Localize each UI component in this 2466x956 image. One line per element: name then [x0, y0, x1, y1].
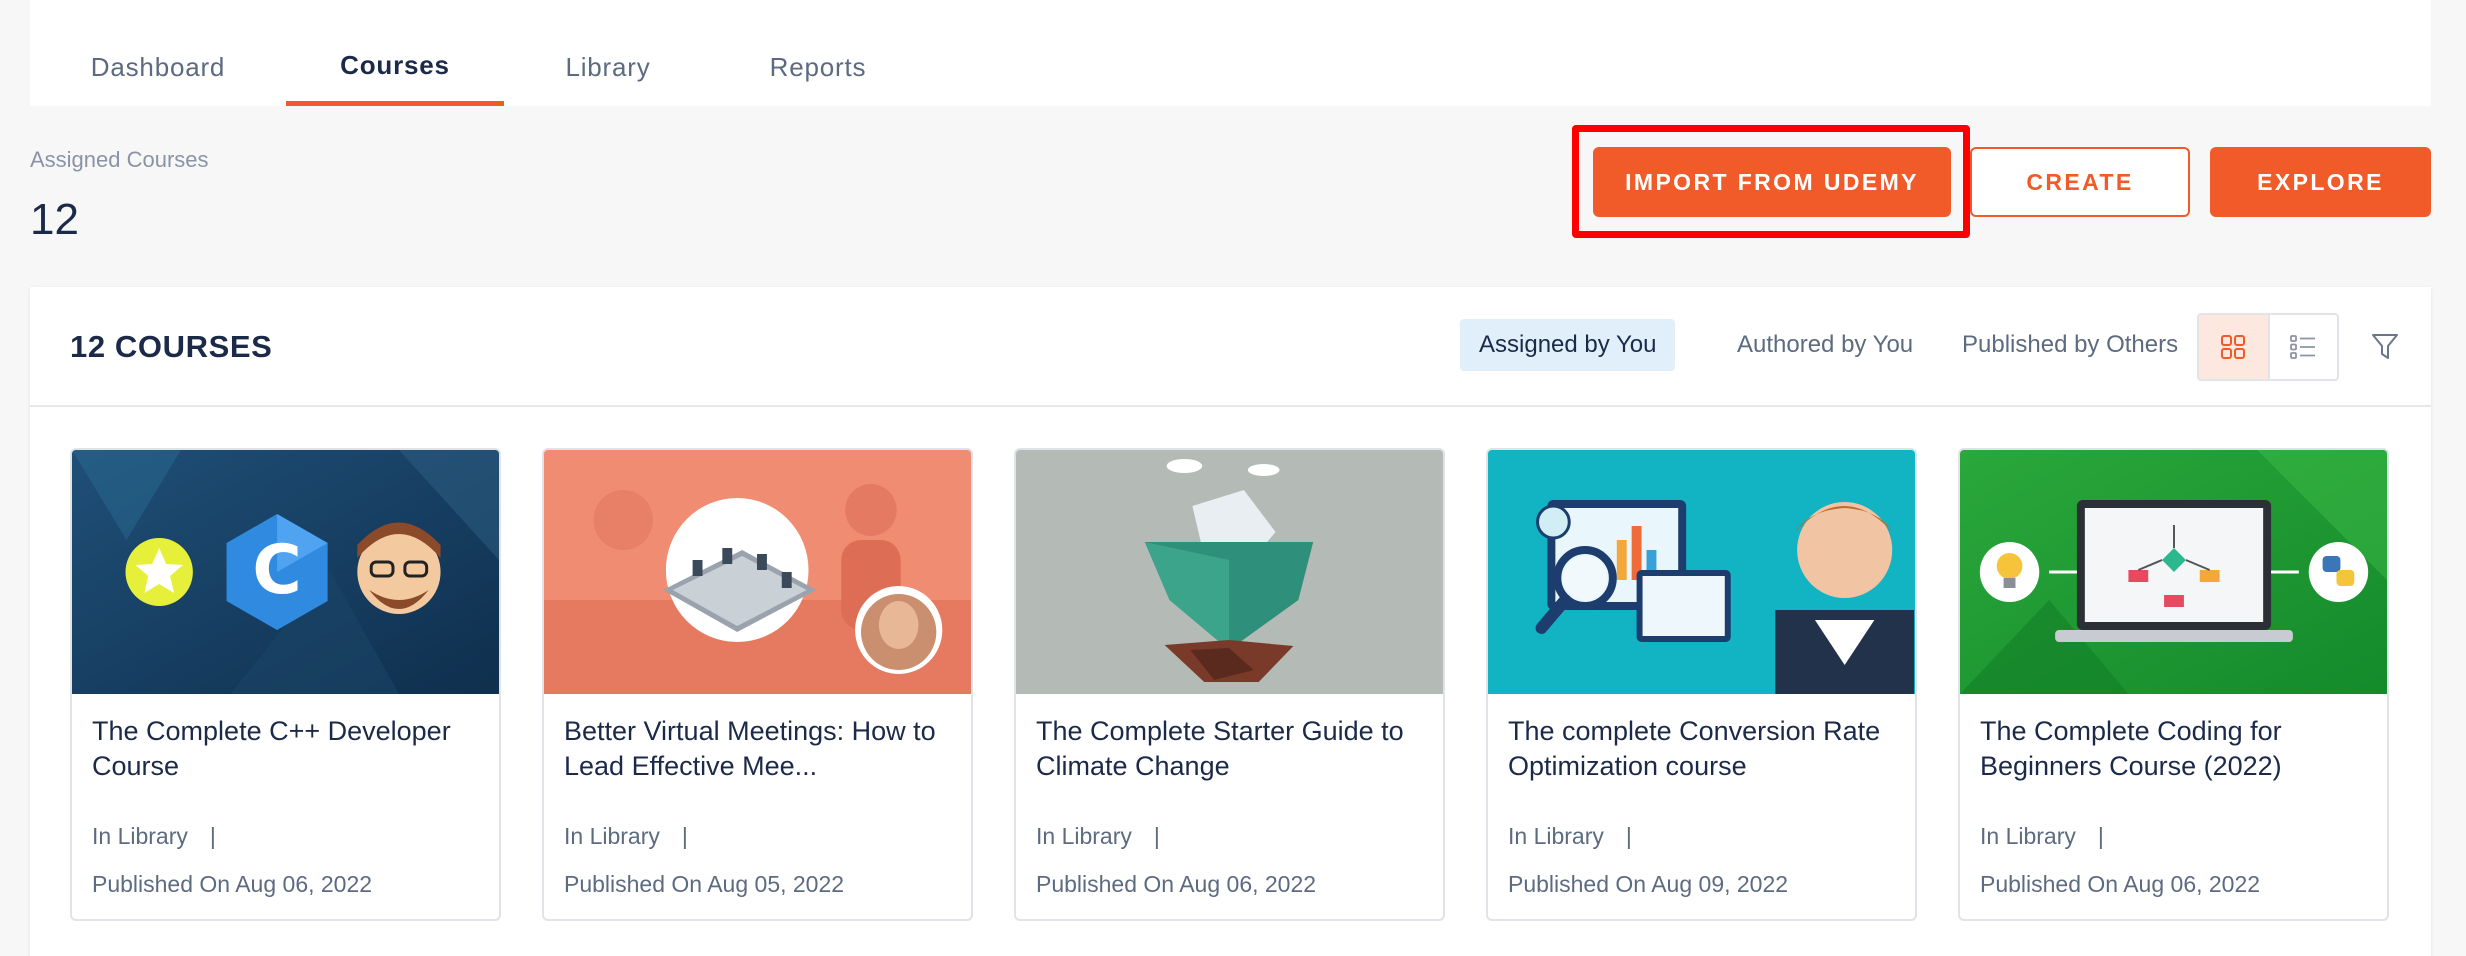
tab-courses[interactable]: Courses: [286, 0, 504, 106]
course-status-label: In Library: [1980, 823, 2076, 849]
course-status: In Library |: [1036, 823, 1160, 850]
status-separator: |: [681, 823, 688, 849]
course-title: The Complete Coding for Beginners Course…: [1980, 716, 2282, 781]
flowchart-laptop-icon: [1960, 450, 2387, 694]
course-card[interactable]: The complete Conversion Rate Optimizatio…: [1486, 448, 1917, 921]
course-published-date: Published On Aug 05, 2022: [564, 871, 845, 897]
list-icon: [2290, 335, 2316, 359]
course-card[interactable]: C The Complete C++ Developer Course In L…: [70, 448, 501, 921]
status-separator: |: [1153, 823, 1160, 849]
course-card[interactable]: The Complete Coding for Beginners Course…: [1958, 448, 2389, 921]
course-status: In Library |: [1980, 823, 2104, 850]
status-separator: |: [2097, 823, 2104, 849]
meeting-table-icon: [544, 450, 971, 694]
funnel-icon: [2372, 334, 2398, 359]
course-status: In Library |: [92, 823, 216, 850]
course-title: The complete Conversion Rate Optimizatio…: [1508, 716, 1881, 781]
courses-panel-header: 12 COURSES Assigned by You Authored by Y…: [30, 287, 2431, 407]
filter-button[interactable]: [2355, 317, 2415, 377]
course-title: The Complete Starter Guide to Climate Ch…: [1036, 716, 1404, 781]
grid-view-button[interactable]: [2199, 315, 2268, 379]
filter-assigned-by-you[interactable]: Assigned by You: [1460, 319, 1676, 371]
analytics-magnifier-icon: [1488, 450, 1915, 694]
tab-library[interactable]: Library: [504, 0, 712, 106]
tab-reports[interactable]: Reports: [712, 0, 924, 106]
course-status-label: In Library: [564, 823, 660, 849]
course-status: In Library |: [1508, 823, 1632, 850]
top-tab-bar: Dashboard Courses Library Reports: [30, 0, 2431, 106]
status-separator: |: [1625, 823, 1632, 849]
assigned-courses-count: 12: [30, 195, 79, 244]
tab-dashboard[interactable]: Dashboard: [30, 0, 286, 106]
view-mode-toggle: [2197, 313, 2339, 381]
svg-text:C: C: [252, 530, 301, 609]
create-button[interactable]: CREATE: [1970, 147, 2190, 217]
assigned-courses-label: Assigned Courses: [30, 147, 209, 172]
courses-count-title: 12 COURSES: [70, 329, 273, 364]
grid-icon: [2221, 335, 2246, 359]
course-card[interactable]: Better Virtual Meetings: How to Lead Eff…: [542, 448, 973, 921]
course-status: In Library |: [564, 823, 688, 850]
list-view-button[interactable]: [2267, 315, 2337, 379]
import-from-udemy-button[interactable]: IMPORT FROM UDEMY: [1593, 147, 1951, 217]
course-published-date: Published On Aug 06, 2022: [1036, 871, 1317, 897]
course-card[interactable]: The Complete Starter Guide to Climate Ch…: [1014, 448, 1445, 921]
courses-panel: 12 COURSES Assigned by You Authored by Y…: [30, 287, 2431, 956]
course-published-date: Published On Aug 09, 2022: [1508, 871, 1789, 897]
course-status-label: In Library: [1508, 823, 1604, 849]
filter-published-by-others[interactable]: Published by Others: [1943, 319, 2197, 371]
iceberg-icon: [1016, 450, 1443, 694]
course-status-label: In Library: [1036, 823, 1132, 849]
course-published-date: Published On Aug 06, 2022: [92, 871, 373, 897]
status-separator: |: [209, 823, 216, 849]
cpp-logo-icon: C: [72, 450, 499, 694]
course-title: Better Virtual Meetings: How to Lead Eff…: [564, 716, 936, 781]
explore-button[interactable]: EXPLORE: [2210, 147, 2431, 217]
course-published-date: Published On Aug 06, 2022: [1980, 871, 2261, 897]
filter-authored-by-you[interactable]: Authored by You: [1718, 319, 1932, 371]
course-status-label: In Library: [92, 823, 188, 849]
course-title: The Complete C++ Developer Course: [92, 716, 451, 781]
